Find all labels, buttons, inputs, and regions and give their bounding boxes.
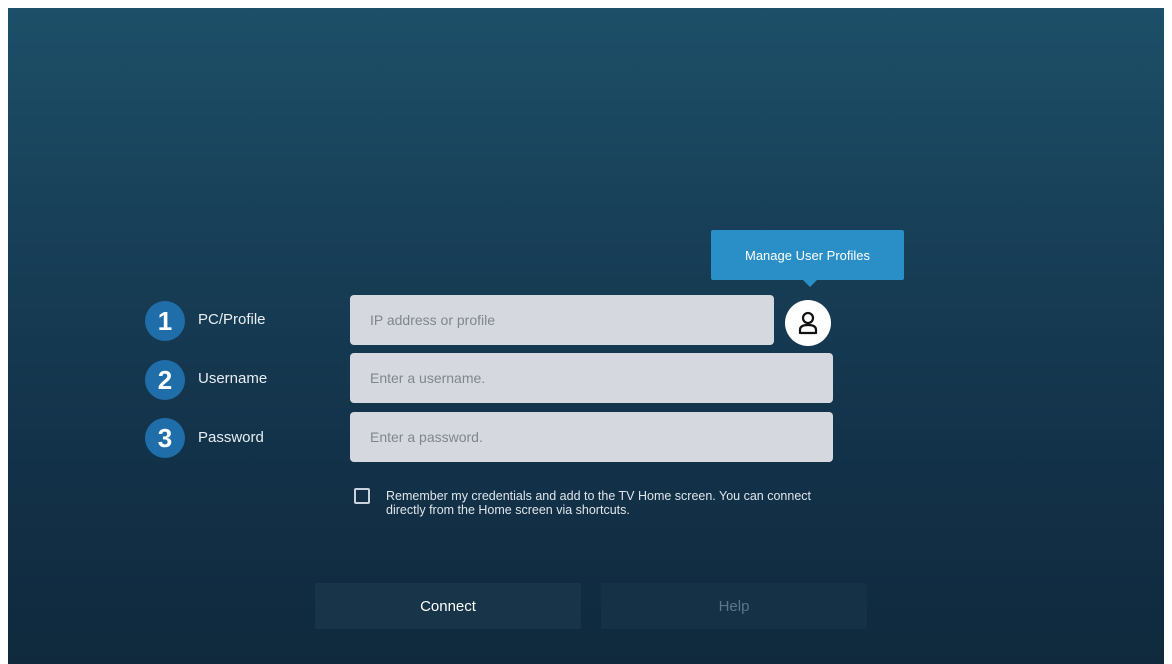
remember-checkbox[interactable] (354, 488, 370, 504)
help-label: Help (718, 597, 750, 615)
remember-text: Remember my credentials and add to the T… (386, 489, 886, 517)
step-badge-3: 3 (145, 418, 185, 458)
username-field[interactable] (350, 353, 833, 403)
user-icon (798, 311, 818, 335)
help-button[interactable]: Help (601, 583, 867, 629)
step-number: 1 (157, 305, 173, 336)
tv-screen: Manage User Profiles 1 PC/Profile 2 User… (8, 8, 1164, 664)
tooltip-label: Manage User Profiles (745, 247, 870, 263)
remember-text-line2: directly from the Home screen via shortc… (386, 503, 630, 517)
step-number: 2 (157, 364, 173, 395)
manage-profiles-tooltip: Manage User Profiles (711, 230, 904, 287)
pc-profile-label: PC/Profile (198, 311, 266, 328)
pc-profile-input[interactable] (368, 311, 756, 329)
step-badge-2: 2 (145, 360, 185, 400)
password-label: Password (198, 429, 264, 446)
step-number: 3 (157, 422, 173, 453)
connect-button[interactable]: Connect (315, 583, 581, 629)
connect-label: Connect (420, 597, 476, 615)
username-input[interactable] (368, 369, 815, 387)
manage-profiles-button[interactable] (785, 300, 831, 346)
remember-text-line1: Remember my credentials and add to the T… (386, 489, 812, 503)
password-input[interactable] (368, 428, 815, 446)
step-badge-1: 1 (145, 301, 185, 341)
pc-profile-field[interactable] (350, 295, 774, 345)
password-field[interactable] (350, 412, 833, 462)
username-label: Username (198, 370, 268, 387)
